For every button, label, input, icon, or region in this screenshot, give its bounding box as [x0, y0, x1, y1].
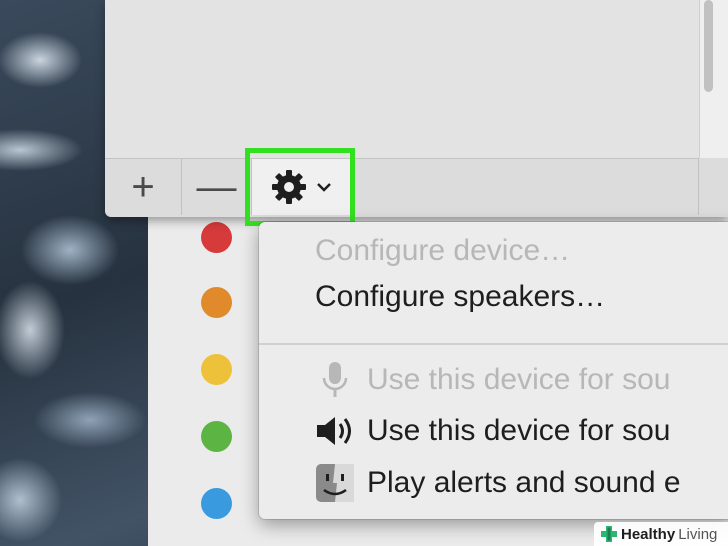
menu-item-configure-device[interactable]: Configure device…: [315, 234, 570, 268]
cross-logo-icon: [601, 526, 617, 542]
audio-devices-panel: + —: [105, 0, 728, 217]
microphone-icon: [315, 360, 355, 400]
menu-item-use-for-input[interactable]: Use this device for sou: [315, 356, 670, 404]
menu-item-use-for-output[interactable]: Use this device for sou: [315, 407, 670, 455]
menu-item-play-alerts-label: Play alerts and sound e: [367, 466, 681, 499]
device-dot-orange: [201, 287, 232, 318]
watermark-brand-suffix: Living: [678, 525, 718, 543]
device-dot-yellow: [201, 354, 232, 385]
menu-separator: [259, 343, 728, 345]
menu-item-use-for-output-label: Use this device for sou: [367, 414, 671, 447]
device-dot-blue: [201, 488, 232, 519]
toolbar-spacer: [351, 159, 699, 215]
watermark: Healthy Living: [594, 522, 728, 546]
gear-dropdown-menu: Configure device… Configure speakers… Us…: [259, 222, 728, 519]
menu-item-play-alerts[interactable]: Play alerts and sound e: [315, 459, 681, 507]
device-list[interactable]: [105, 0, 699, 159]
finder-icon: [315, 463, 355, 503]
menu-item-use-for-input-label: Use this device for sou: [367, 363, 671, 396]
scrollbar-thumb[interactable]: [704, 0, 713, 92]
speaker-icon: [315, 411, 355, 451]
add-label: +: [131, 164, 155, 209]
add-device-button[interactable]: +: [105, 159, 182, 215]
device-dot-red: [201, 222, 232, 253]
gear-button-highlight: [245, 148, 355, 226]
menu-item-configure-speakers[interactable]: Configure speakers…: [315, 280, 605, 314]
remove-label: —: [196, 164, 237, 209]
panel-toolbar: + —: [105, 159, 728, 216]
device-dot-green: [201, 421, 232, 452]
watermark-brand: Healthy: [621, 525, 676, 543]
remove-device-button[interactable]: —: [182, 159, 252, 215]
